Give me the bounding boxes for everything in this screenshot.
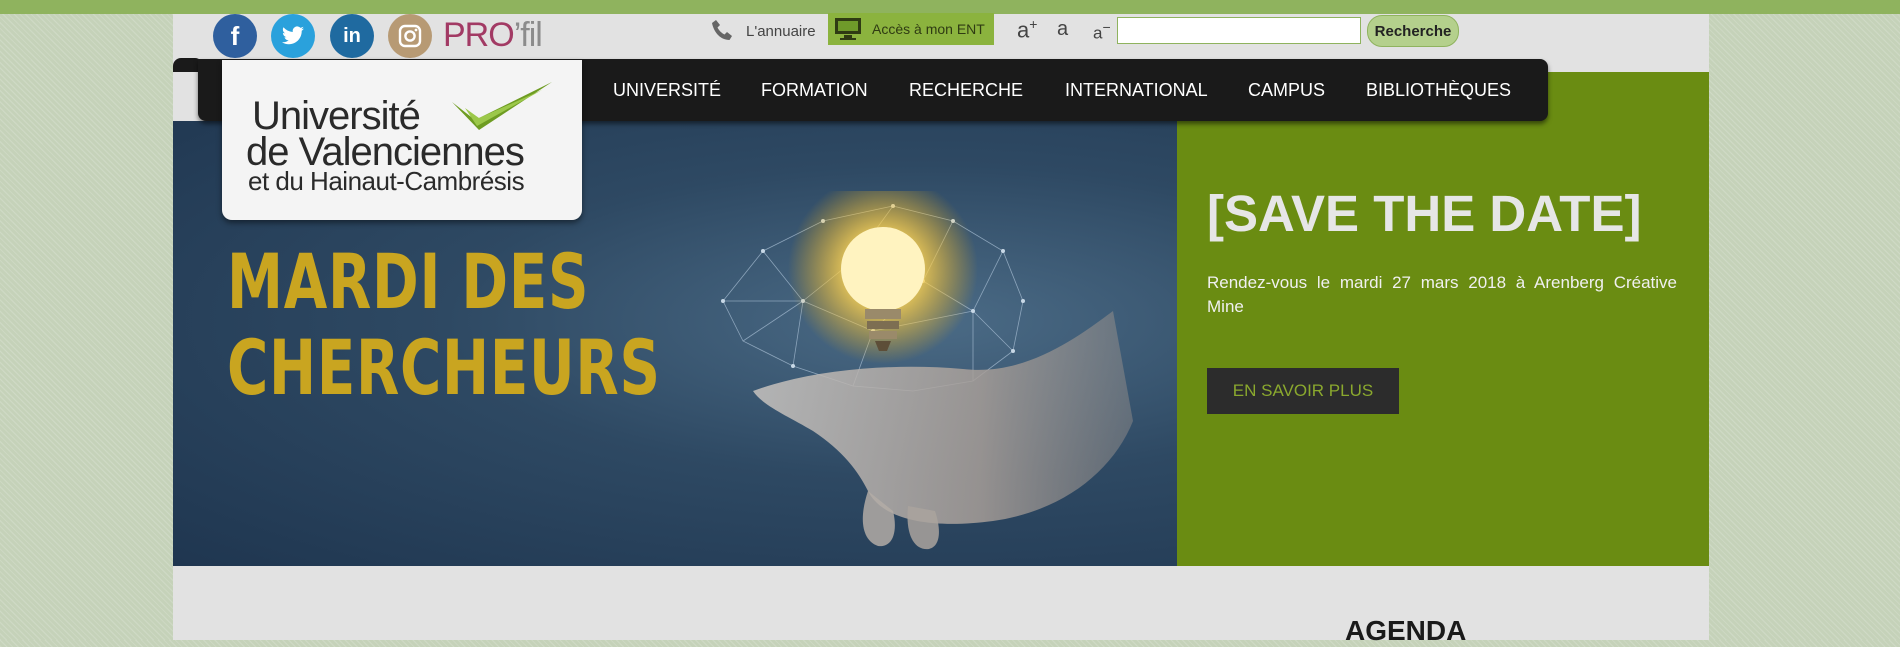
facebook-icon[interactable]: f [213, 14, 257, 58]
nav-item-international[interactable]: INTERNATIONAL [1065, 59, 1208, 121]
search-button[interactable]: Recherche [1367, 15, 1459, 47]
nav-item-universite[interactable]: UNIVERSITÉ [613, 59, 721, 121]
plus-icon: + [1029, 16, 1038, 32]
monitor-icon [835, 18, 861, 40]
hero-description: Rendez-vous le mardi 27 mars 2018 à Aren… [1207, 273, 1677, 316]
nav-item-campus[interactable]: CAMPUS [1248, 59, 1325, 121]
profil-logo[interactable]: PRO’fil [443, 16, 543, 55]
hero-panel: [SAVE THE DATE] Rendez-vous le mardi 27 … [1177, 72, 1709, 566]
logo-line3: et du Hainaut-Cambrésis [248, 166, 525, 196]
font-normal-label: a [1057, 18, 1069, 40]
hero-title-line1: MARDI DES [227, 237, 590, 326]
font-increase-label: a [1017, 17, 1030, 43]
top-accent-strip [0, 0, 1900, 14]
hero-headline: [SAVE THE DATE] [1207, 185, 1642, 242]
learn-more-button[interactable]: EN SAVOIR PLUS [1207, 368, 1399, 414]
ent-access-button[interactable]: Accès à mon ENT [828, 13, 994, 45]
hero-event-title: MARDI DES CHERCHEURS [227, 239, 661, 411]
nav-item-recherche[interactable]: RECHERCHE [909, 59, 1023, 121]
annuaire-label: L'annuaire [746, 22, 816, 40]
nav-item-bibliotheques[interactable]: BIBLIOTHÈQUES [1366, 59, 1511, 121]
checkmark-icon [452, 82, 552, 130]
nav-item-formation[interactable]: FORMATION [761, 59, 868, 121]
search-input[interactable] [1117, 17, 1361, 44]
linkedin-icon[interactable]: in [330, 14, 374, 58]
profil-suffix: ’fil [513, 16, 543, 54]
instagram-icon[interactable] [388, 14, 432, 58]
agenda-heading: AGENDA [1345, 615, 1467, 646]
ent-label: Accès à mon ENT [872, 21, 985, 37]
profil-brand: PRO [443, 16, 515, 54]
facebook-glyph: f [230, 20, 240, 51]
university-logo[interactable]: Université de Valenciennes et du Hainaut… [222, 60, 582, 220]
twitter-icon[interactable] [271, 14, 315, 58]
annuaire-link[interactable]: L'annuaire [710, 16, 816, 46]
phone-icon [712, 20, 732, 40]
minus-icon: − [1102, 19, 1111, 35]
lightbulb-hand-illustration [721, 191, 1133, 550]
font-increase-button[interactable]: a+ [1017, 16, 1037, 43]
linkedin-glyph: in [343, 24, 361, 47]
font-decrease-button[interactable]: a− [1093, 19, 1111, 44]
font-normal-button[interactable]: a [1057, 18, 1068, 41]
hero-title-line2: CHERCHEURS [227, 323, 661, 412]
